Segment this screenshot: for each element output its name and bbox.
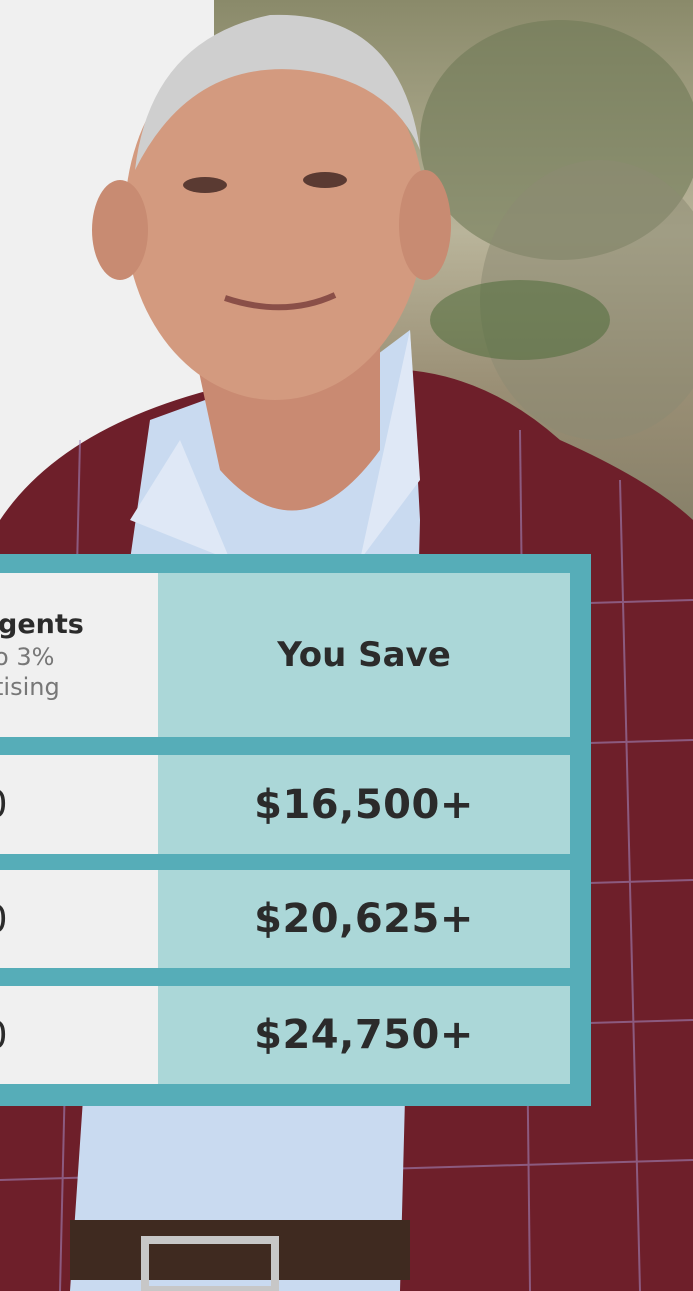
agents-header-subtitle-2: tising — [0, 673, 60, 701]
row-3-agent-value: 0 — [0, 1014, 8, 1057]
table-row-1-savings: $16,500+ — [158, 755, 570, 854]
you-save-header-label: You Save — [277, 635, 451, 675]
row-2-agent-value: 0 — [0, 898, 8, 941]
agents-header-title: gents — [0, 609, 84, 640]
table-row-3-left: 0 — [0, 986, 158, 1084]
you-save-header-cell: You Save — [158, 573, 570, 737]
agents-header-cell: gents o 3% tising — [0, 573, 158, 737]
table-row-3-savings: $24,750+ — [158, 986, 570, 1084]
row-3-savings-value: $24,750+ — [254, 1012, 474, 1058]
agents-header-subtitle-1: o 3% — [0, 643, 55, 671]
row-1-agent-value: 0 — [0, 783, 8, 826]
table-row-2-savings: $20,625+ — [158, 870, 570, 968]
row-2-savings-value: $20,625+ — [254, 896, 474, 942]
row-1-savings-value: $16,500+ — [254, 781, 474, 828]
table-row-1-left: 0 — [0, 755, 158, 854]
savings-comparison-table: gents o 3% tising You Save 0 $16,500+ 0 … — [0, 554, 591, 1106]
table-row-2-left: 0 — [0, 870, 158, 968]
